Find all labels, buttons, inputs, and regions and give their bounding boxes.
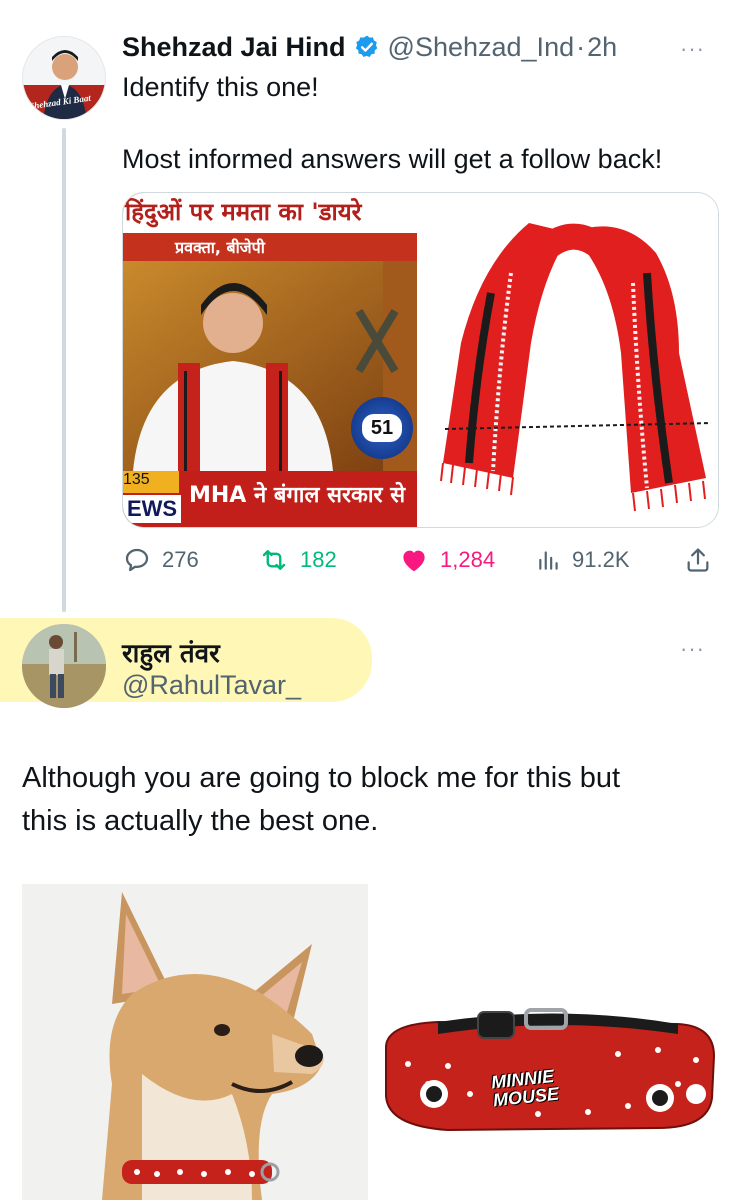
collar-product-image[interactable]: MINNIE MOUSE [378, 884, 734, 1200]
like-count: 1,284 [440, 547, 496, 572]
tweet-text-line2: Most informed answers will get a follow … [122, 144, 663, 174]
views-count: 91.2K [572, 547, 630, 572]
author-handle[interactable]: @Shehzad_Ind [388, 32, 575, 63]
tweet-header: Shehzad Jai Hind @Shehzad_Ind · 2h [122, 30, 617, 64]
dog-image[interactable] [22, 884, 368, 1200]
views-chart-icon [539, 551, 558, 570]
author-avatar[interactable]: Shehzad Ki Baat [22, 36, 106, 120]
counter-badge: 51 [351, 397, 413, 459]
verified-badge-icon [354, 34, 380, 60]
author-name[interactable]: Shehzad Jai Hind [122, 32, 346, 63]
reply-button[interactable]: 276 [122, 544, 199, 576]
heart-filled-icon [403, 550, 425, 572]
thread-line [62, 128, 66, 612]
share-button[interactable] [684, 544, 712, 576]
share-icon [687, 548, 709, 572]
reply-author-handle[interactable]: @RahulTavar_ [122, 670, 301, 701]
reply-author-name[interactable]: राहुल तंवर [122, 634, 220, 670]
collar-text: MINNIE MOUSE [490, 1066, 560, 1110]
tweet-media[interactable]: हिंदुओं पर ममता का 'डायरे प्रवक्ता, बीजे… [122, 192, 719, 528]
tweet-time[interactable]: 2h [587, 32, 617, 63]
ticker-brand: EWS [123, 495, 181, 523]
news-subtitle: प्रवक्ता, बीजेपी [175, 238, 265, 257]
ticker-text: MHA ने बंगाल सरकार से [189, 483, 406, 508]
counter-badge-value: 51 [362, 414, 402, 442]
scarf-figure [440, 223, 712, 512]
retweet-button[interactable]: 182 [258, 544, 337, 576]
reply-text-line1: Although you are going to block me for t… [22, 762, 621, 794]
reply-avatar-image [22, 624, 106, 708]
views-button[interactable]: 91.2K [536, 544, 630, 576]
dog-figure [102, 892, 324, 1200]
news-headline: हिंदुओं पर ममता का 'डायरे [125, 198, 362, 226]
more-options-icon[interactable]: ··· [680, 36, 705, 62]
reply-icon [125, 548, 149, 572]
reply-more-options-icon[interactable]: ··· [680, 636, 705, 662]
retweet-count: 182 [300, 547, 337, 572]
tweet-text-line1: Identify this one! [122, 72, 319, 102]
ticker-number: 135 [123, 471, 179, 493]
like-button[interactable]: 1,284 [398, 544, 495, 576]
collar-figure [385, 1008, 716, 1132]
time-separator: · [576, 31, 586, 62]
reply-text-line2: this is actually the best one. [22, 805, 379, 837]
retweet-icon [262, 550, 286, 570]
reply-media[interactable]: MINNIE MOUSE [22, 884, 734, 1200]
news-screenshot-image[interactable]: हिंदुओं पर ममता का 'डायरे प्रवक्ता, बीजे… [123, 193, 417, 527]
reply-author-avatar[interactable] [22, 624, 106, 708]
scarf-product-image[interactable] [421, 193, 718, 527]
reply-count: 276 [162, 547, 199, 572]
